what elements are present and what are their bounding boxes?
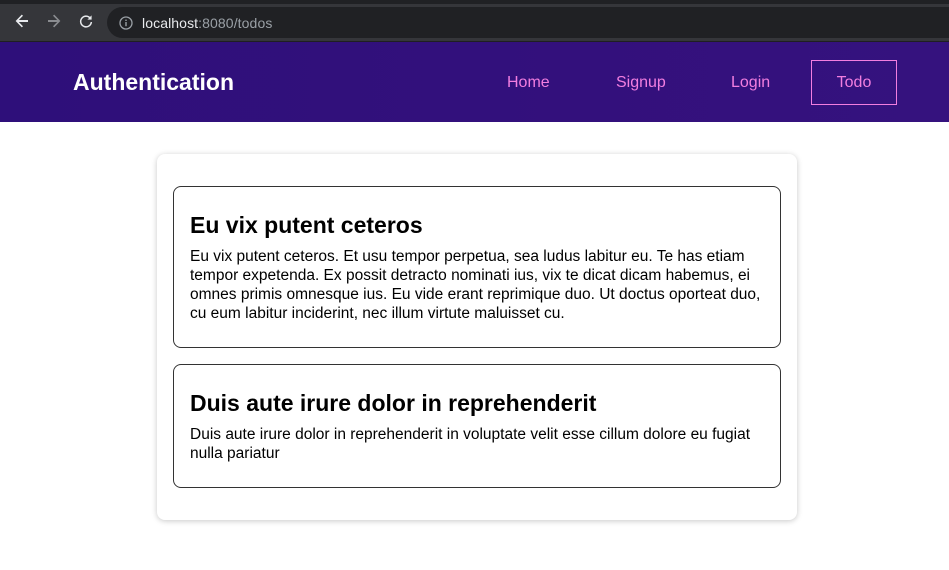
address-bar[interactable]: localhost:8080/todos (107, 7, 949, 38)
nav-login-link[interactable]: Login (731, 74, 770, 92)
reload-icon[interactable] (75, 10, 97, 32)
back-arrow-icon[interactable] (11, 10, 33, 32)
forward-arrow-icon[interactable] (43, 10, 65, 32)
url-text[interactable]: localhost:8080/todos (142, 15, 272, 31)
todo-list-card: Eu vix putent ceteros Eu vix putent cete… (157, 154, 797, 520)
nav-home-link[interactable]: Home (507, 74, 550, 92)
tab-strip (0, 0, 949, 4)
url-host: localhost (142, 14, 199, 31)
info-icon[interactable] (118, 15, 134, 31)
todo-body: Duis aute irure dolor in reprehenderit i… (190, 426, 751, 462)
app-header: Authentication Home Signup Login Todo (0, 42, 949, 122)
todo-item: Duis aute irure dolor in reprehenderit D… (173, 364, 781, 488)
nav-todo-link[interactable]: Todo (811, 60, 897, 105)
todo-item: Eu vix putent ceteros Eu vix putent cete… (173, 186, 781, 348)
todo-title: Duis aute irure dolor in reprehenderit (190, 390, 597, 416)
todo-body: Eu vix putent ceteros. Et usu tempor per… (190, 248, 761, 322)
url-path: :8080/todos (198, 14, 273, 31)
todo-title: Eu vix putent ceteros (190, 212, 423, 238)
browser-toolbar: localhost:8080/todos (0, 0, 949, 42)
nav-signup-link[interactable]: Signup (616, 74, 666, 92)
brand-title[interactable]: Authentication (73, 69, 234, 96)
